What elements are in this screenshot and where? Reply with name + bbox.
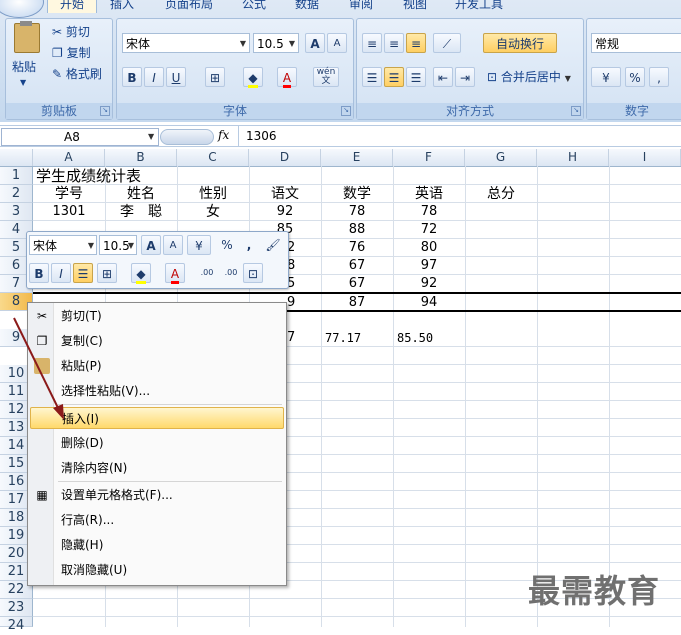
arrow-line — [13, 317, 61, 413]
annotation-arrow — [13, 317, 64, 420]
arrow-head-icon — [53, 404, 64, 420]
watermark: 最需教育 — [528, 572, 661, 610]
